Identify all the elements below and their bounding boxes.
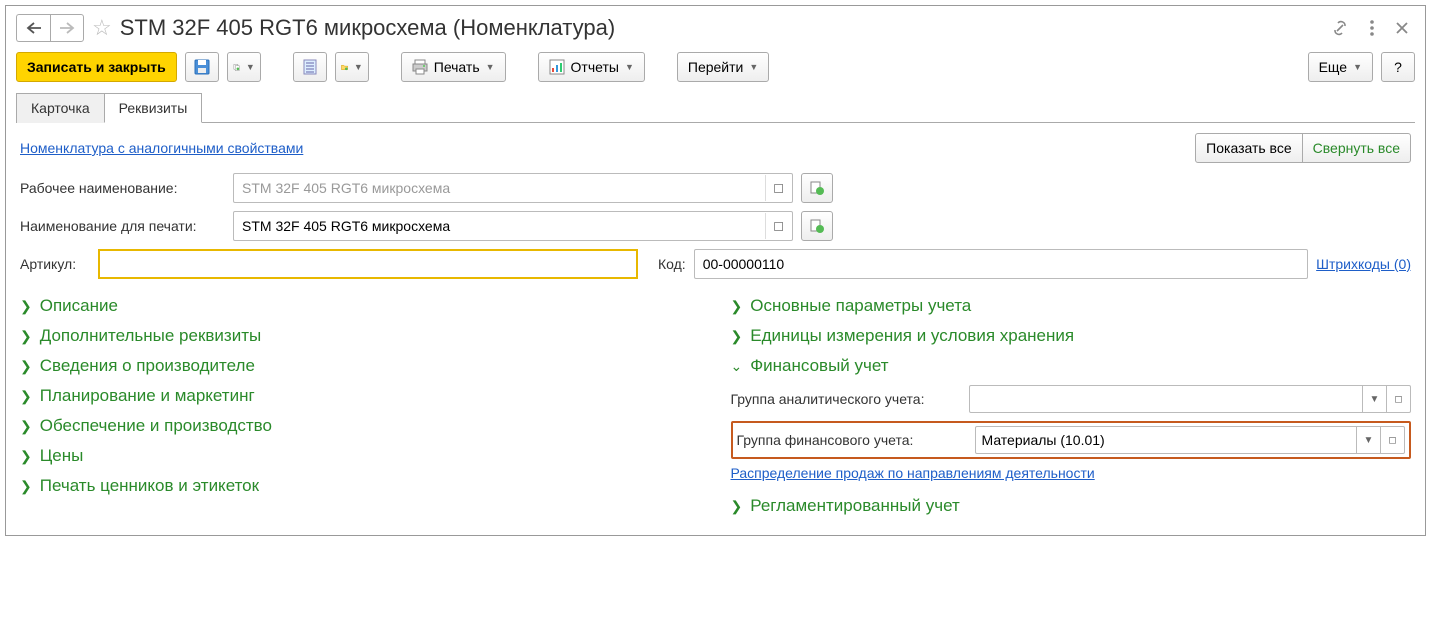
section-print-tags[interactable]: ❯Печать ценников и этикеток xyxy=(20,471,701,501)
chevron-right-icon: ❯ xyxy=(731,498,743,515)
finance-group-input[interactable] xyxy=(975,426,1358,454)
back-button[interactable] xyxy=(16,14,50,42)
finance-group-label: Группа финансового учета: xyxy=(737,432,967,448)
chevron-right-icon: ❯ xyxy=(731,298,743,315)
print-name-input[interactable] xyxy=(233,211,793,241)
apply-print-name-button[interactable] xyxy=(801,211,833,241)
code-label: Код: xyxy=(658,256,686,272)
section-manufacturer[interactable]: ❯Сведения о производителе xyxy=(20,351,701,381)
section-description[interactable]: ❯Описание xyxy=(20,291,701,321)
more-button[interactable]: Еще▼ xyxy=(1308,52,1373,82)
section-supply[interactable]: ❯Обеспечение и производство xyxy=(20,411,701,441)
section-units[interactable]: ❯Единицы измерения и условия хранения xyxy=(731,321,1412,351)
chevron-right-icon: ❯ xyxy=(20,448,32,465)
reports-label: Отчеты xyxy=(571,59,619,75)
analytical-group-input[interactable] xyxy=(969,385,1364,413)
chevron-down-icon: ⌄ xyxy=(731,358,743,375)
reports-button[interactable]: Отчеты▼ xyxy=(538,52,645,82)
artikul-label: Артикул: xyxy=(20,256,90,272)
save-button[interactable] xyxy=(185,52,219,82)
more-menu-icon[interactable] xyxy=(1363,15,1381,41)
save-and-close-button[interactable]: Записать и закрыть xyxy=(16,52,177,82)
open-icon[interactable]: ◻ xyxy=(765,175,791,201)
open-icon[interactable]: ◻ xyxy=(1387,385,1411,413)
open-icon[interactable]: ◻ xyxy=(765,213,791,239)
section-regulated[interactable]: ❯Регламентированный учет xyxy=(731,491,1412,521)
artikul-input[interactable] xyxy=(98,249,638,279)
working-name-input[interactable] xyxy=(233,173,793,203)
page-title: STM 32F 405 RGT6 микросхема (Номенклатур… xyxy=(120,15,1317,41)
print-button[interactable]: Печать▼ xyxy=(401,52,506,82)
collapse-all-button[interactable]: Свернуть все xyxy=(1302,133,1411,163)
copy-button[interactable]: ▼ xyxy=(227,52,261,82)
chevron-right-icon: ❯ xyxy=(20,418,32,435)
section-main-params[interactable]: ❯Основные параметры учета xyxy=(731,291,1412,321)
sales-distribution-link[interactable]: Распределение продаж по направлениям дея… xyxy=(731,465,1095,481)
chevron-right-icon: ❯ xyxy=(20,388,32,405)
show-all-button[interactable]: Показать все xyxy=(1195,133,1302,163)
print-name-label: Наименование для печати: xyxy=(20,218,225,234)
help-button[interactable]: ? xyxy=(1381,52,1415,82)
chevron-right-icon: ❯ xyxy=(20,478,32,495)
finance-group-highlight: Группа финансового учета: ▼ ◻ xyxy=(731,421,1412,459)
open-icon[interactable]: ◻ xyxy=(1381,426,1405,454)
link-icon[interactable] xyxy=(1325,15,1355,41)
apply-working-name-button[interactable] xyxy=(801,173,833,203)
list-button[interactable] xyxy=(293,52,327,82)
goto-button[interactable]: Перейти▼ xyxy=(677,52,769,82)
close-icon[interactable] xyxy=(1389,17,1415,39)
working-name-label: Рабочее наименование: xyxy=(20,180,225,196)
goto-label: Перейти xyxy=(688,59,743,75)
section-finance[interactable]: ⌄Финансовый учет xyxy=(731,351,1412,381)
section-planning[interactable]: ❯Планирование и маркетинг xyxy=(20,381,701,411)
barcodes-link[interactable]: Штрихкоды (0) xyxy=(1316,256,1411,272)
code-input[interactable] xyxy=(694,249,1308,279)
folder-button[interactable]: ▼ xyxy=(335,52,369,82)
more-label: Еще xyxy=(1319,59,1348,75)
section-additional[interactable]: ❯Дополнительные реквизиты xyxy=(20,321,701,351)
forward-button[interactable] xyxy=(50,14,84,42)
tab-card[interactable]: Карточка xyxy=(16,93,105,123)
chevron-right-icon: ❯ xyxy=(20,328,32,345)
chevron-right-icon: ❯ xyxy=(731,328,743,345)
favorite-star-icon[interactable]: ☆ xyxy=(92,15,112,41)
tab-details[interactable]: Реквизиты xyxy=(104,93,203,123)
print-label: Печать xyxy=(434,59,480,75)
chevron-right-icon: ❯ xyxy=(20,298,32,315)
section-prices[interactable]: ❯Цены xyxy=(20,441,701,471)
chevron-right-icon: ❯ xyxy=(20,358,32,375)
dropdown-icon[interactable]: ▼ xyxy=(1357,426,1381,454)
similar-link[interactable]: Номенклатура с аналогичными свойствами xyxy=(20,140,303,156)
analytical-group-label: Группа аналитического учета: xyxy=(731,391,961,407)
dropdown-icon[interactable]: ▼ xyxy=(1363,385,1387,413)
